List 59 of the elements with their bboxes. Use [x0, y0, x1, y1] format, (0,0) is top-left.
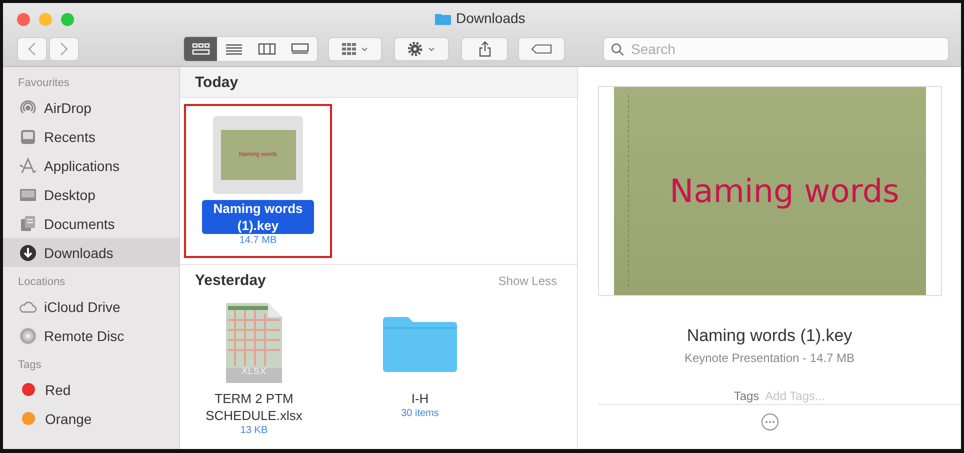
grid-icon — [342, 43, 368, 55]
share-icon — [478, 41, 491, 57]
sidebar-heading: Tags — [17, 358, 42, 373]
list-view-icon — [224, 43, 243, 55]
sidebar-heading: Favourites — [17, 76, 70, 91]
download-icon — [19, 244, 37, 262]
gallery-view-icon — [291, 43, 310, 55]
file-name[interactable]: TERM 2 PTM SCHEDULE.xlsx — [192, 390, 316, 424]
documents-icon — [19, 214, 37, 232]
share-button[interactable] — [461, 37, 508, 61]
file-size: 13 KB — [240, 424, 268, 437]
disc-icon — [19, 326, 37, 344]
folder-icon[interactable] — [382, 316, 458, 372]
tags-field[interactable]: Add Tags... — [765, 389, 846, 403]
file-name: Naming words (1).key — [686, 326, 852, 346]
sidebar-item[interactable]: AirDrop — [3, 93, 179, 122]
columns-view-icon — [258, 43, 276, 55]
file-info: Keynote Presentation - 14.7 MB — [684, 351, 855, 365]
view-mode-control[interactable] — [183, 36, 318, 62]
sidebar-item[interactable]: iCloud Drive — [3, 292, 179, 321]
icons-view-button[interactable] — [184, 37, 218, 61]
sidebar-item[interactable]: Orange — [3, 404, 179, 433]
gallery-view-button[interactable] — [284, 37, 317, 61]
window-title: Downloads — [456, 10, 526, 26]
search-field[interactable]: Search — [603, 37, 950, 61]
group-heading: Yesterday — [195, 272, 266, 289]
tag-icon — [530, 44, 553, 54]
applications-icon — [19, 156, 37, 174]
group-button[interactable] — [328, 37, 382, 61]
file-size: 14.7 MB — [239, 234, 277, 247]
settings-button[interactable] — [394, 37, 450, 61]
airdrop-icon — [19, 98, 37, 116]
chevron-left-icon — [28, 42, 36, 56]
close-button[interactable] — [17, 12, 30, 26]
sidebar-item[interactable]: Applications — [3, 151, 179, 180]
tag-button[interactable] — [518, 37, 566, 61]
tags-label: Tags — [734, 389, 760, 403]
list-view-button[interactable] — [217, 37, 250, 61]
folder-icon — [435, 12, 451, 24]
sidebar-item[interactable]: Downloads — [3, 238, 179, 267]
file-name[interactable]: Naming words (1).key — [202, 200, 314, 234]
back-button[interactable] — [17, 37, 47, 61]
sidebar-item[interactable]: Remote Disc — [3, 321, 179, 350]
sidebar-item[interactable]: Recents — [3, 122, 179, 151]
icons-view-icon — [192, 43, 210, 55]
chevron-right-icon — [60, 42, 68, 56]
file-size: 30 items — [401, 407, 439, 420]
sidebar-heading: Locations — [17, 275, 66, 290]
gear-icon — [408, 42, 436, 56]
tray-icon — [19, 128, 37, 146]
sidebar-item[interactable]: Documents — [3, 209, 179, 238]
group-heading: Today — [195, 74, 238, 90]
sidebar-item[interactable]: Red — [3, 375, 179, 404]
spreadsheet-file-icon[interactable] — [223, 302, 285, 384]
sidebar-item[interactable]: Desktop — [3, 180, 179, 209]
slide-title: Naming words — [670, 172, 900, 210]
more-icon[interactable] — [760, 413, 778, 431]
forward-button[interactable] — [49, 37, 79, 61]
file-name[interactable]: I-H — [409, 390, 431, 407]
